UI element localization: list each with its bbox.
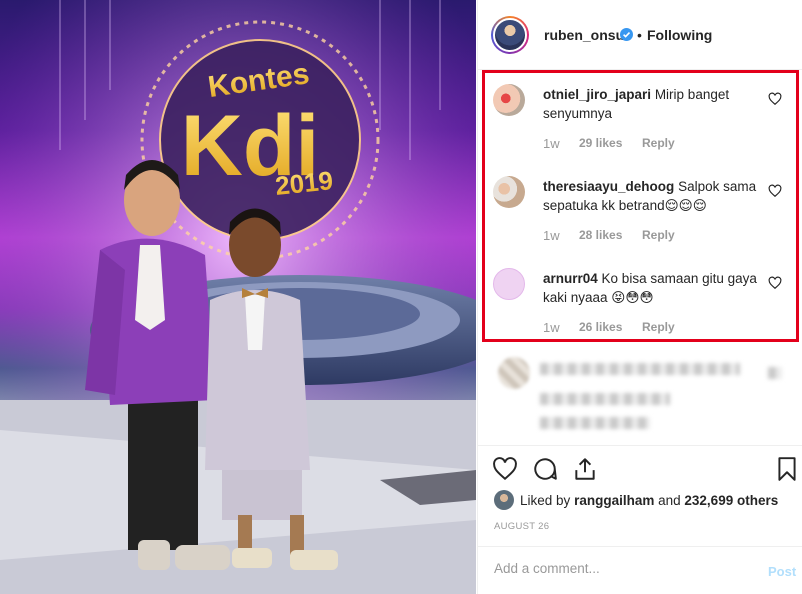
blurred-text <box>540 417 650 429</box>
author-avatar[interactable] <box>491 16 529 54</box>
liked-by-text: Liked by ranggailham and 232,699 others <box>520 493 778 508</box>
blurred-text <box>768 367 782 379</box>
action-bar <box>478 445 802 495</box>
separator-dot: • <box>637 27 642 43</box>
bookmark-icon[interactable] <box>774 456 800 482</box>
verified-icon <box>620 28 633 41</box>
liker-username[interactable]: ranggailham <box>574 493 654 508</box>
liked-by-row: Liked by ranggailham and 232,699 others <box>494 489 778 511</box>
blurred-comment <box>478 345 802 445</box>
post-side-panel: ruben_onsu • Following otniel_jiro_japar… <box>477 0 802 594</box>
likes-count-link[interactable]: 232,699 others <box>684 493 778 508</box>
highlight-box <box>482 70 799 342</box>
blurred-text <box>540 393 670 405</box>
sign-line-3: 2019 <box>274 165 335 201</box>
liker-avatar[interactable] <box>494 490 514 510</box>
following-button[interactable]: Following <box>647 27 712 43</box>
heart-icon[interactable] <box>492 456 518 482</box>
photo-scene: Kontes Kdi 2019 <box>0 0 476 594</box>
post-photo[interactable]: Kontes Kdi 2019 <box>0 0 476 594</box>
liked-by-and: and <box>658 492 681 508</box>
liked-by-prefix: Liked by <box>520 492 571 508</box>
add-comment-bar: Post <box>478 546 802 594</box>
comment-icon[interactable] <box>532 456 558 482</box>
author-username[interactable]: ruben_onsu <box>544 27 624 43</box>
post-date[interactable]: AUGUST 26 <box>494 521 549 532</box>
blurred-text <box>540 363 740 375</box>
post-button[interactable]: Post <box>768 564 796 579</box>
blurred-avatar <box>498 357 530 389</box>
comment-input[interactable] <box>494 561 734 576</box>
share-icon[interactable] <box>572 456 598 482</box>
post-header: ruben_onsu • Following <box>478 0 802 70</box>
